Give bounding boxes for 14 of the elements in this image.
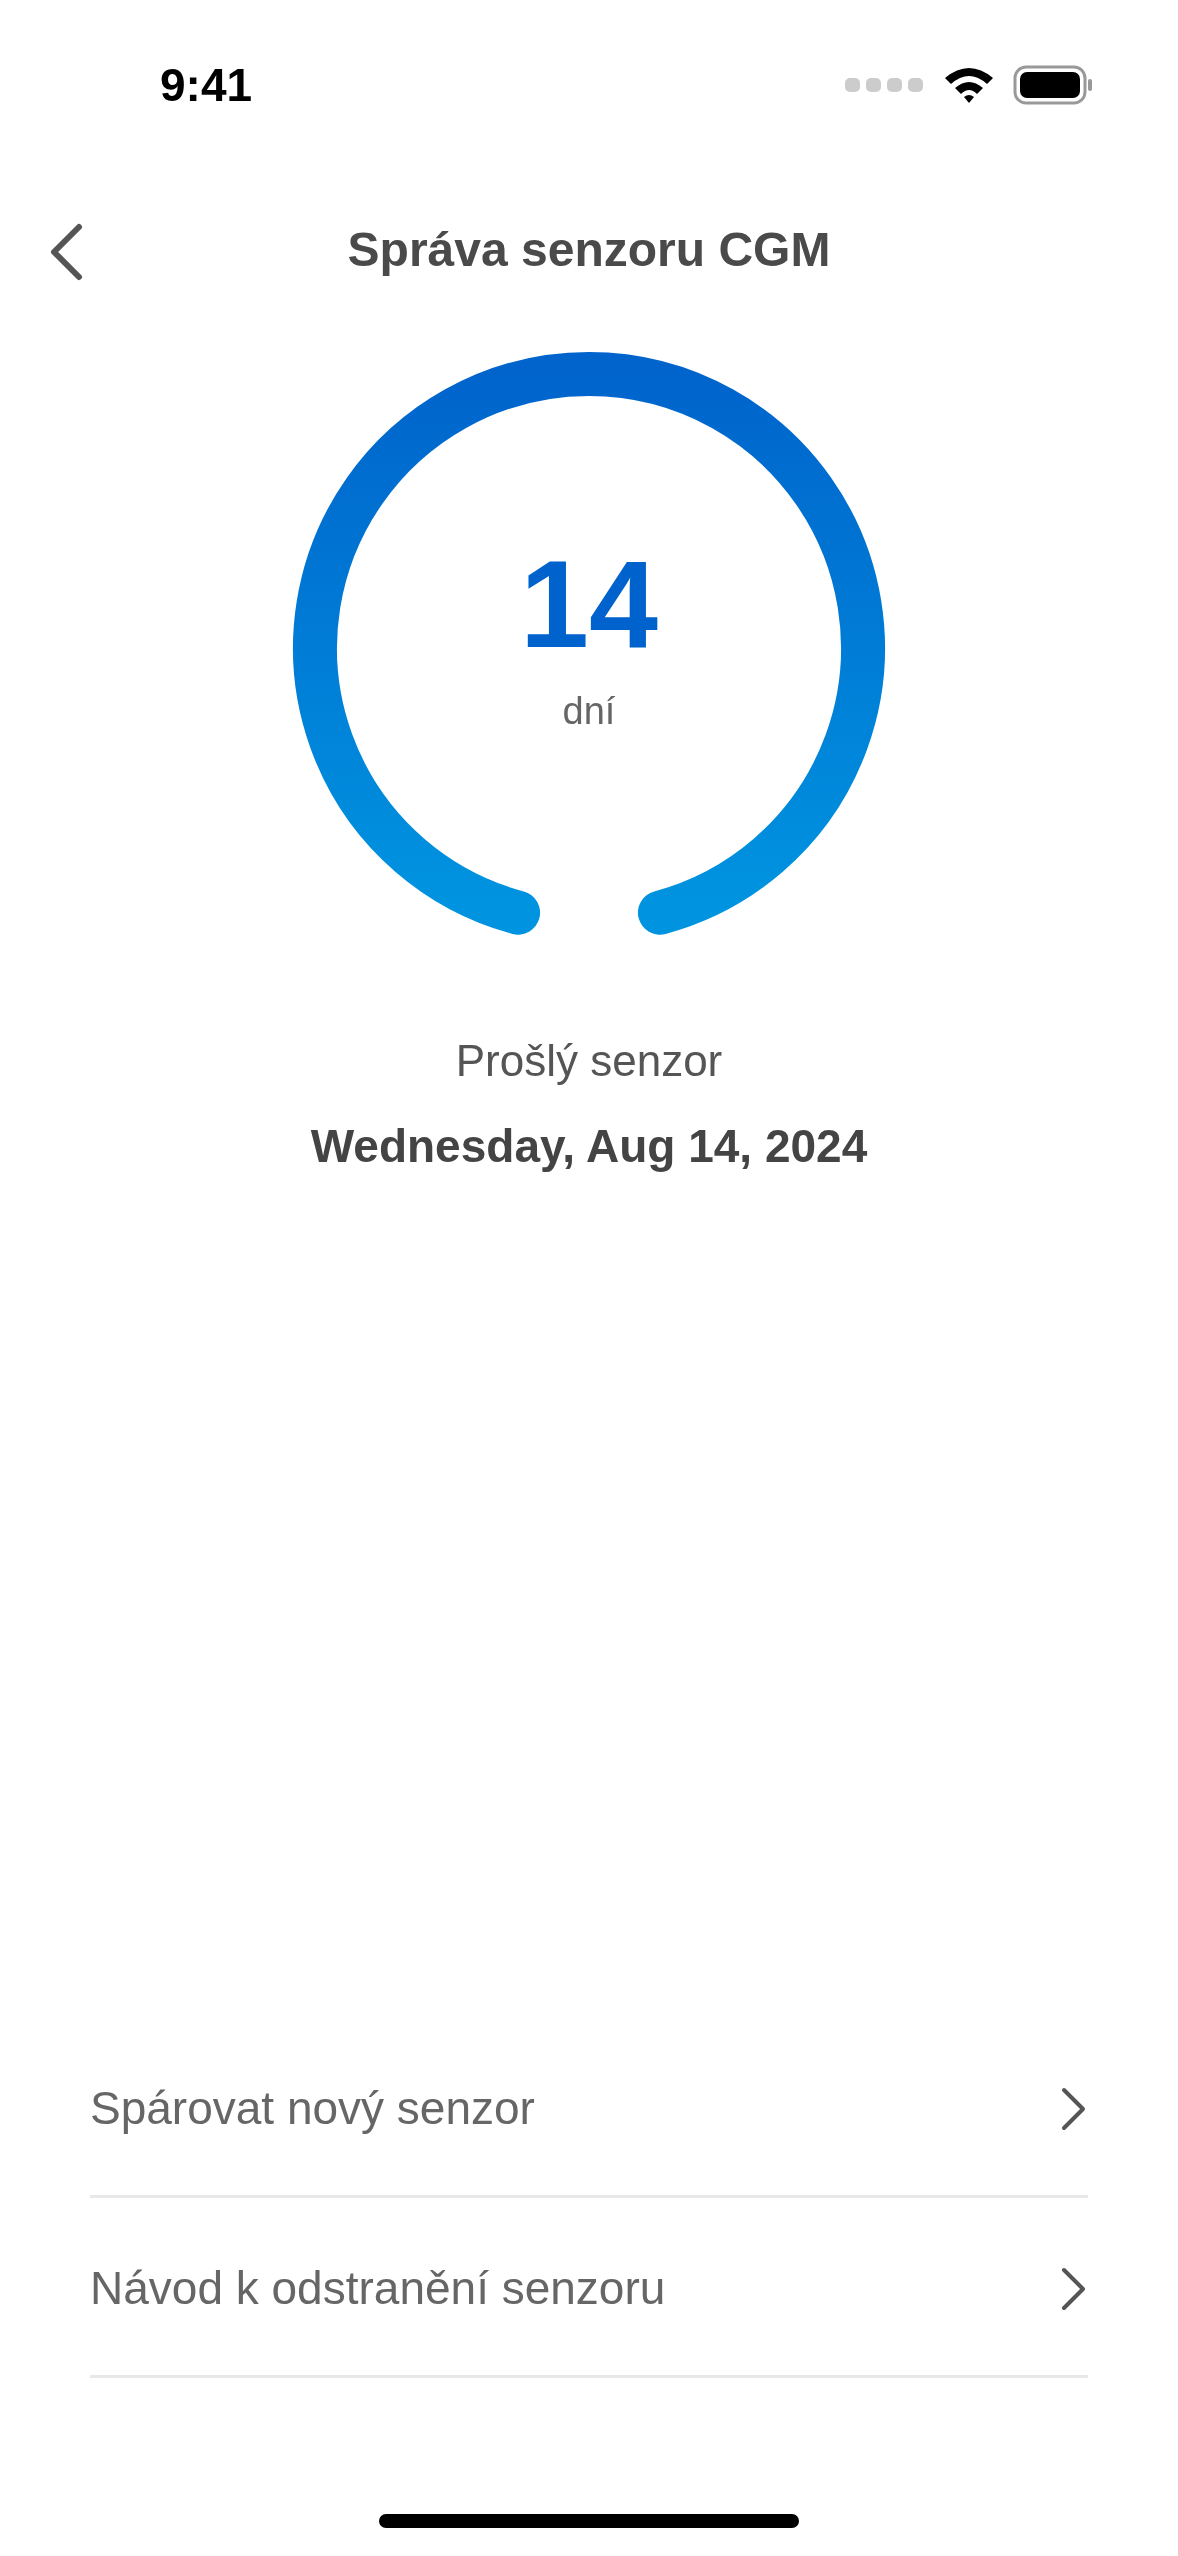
back-chevron-icon <box>49 223 83 281</box>
battery-icon <box>1013 65 1093 105</box>
expiry-date: Wednesday, Aug 14, 2024 <box>310 1119 868 1174</box>
chevron-right-icon <box>1060 2265 1088 2312</box>
status-time: 9:41 <box>160 57 253 113</box>
signal-icon <box>845 78 925 92</box>
page-title: Správa senzoru CGM <box>347 222 831 278</box>
wifi-icon <box>943 66 995 104</box>
sensor-status: Prošlý senzor <box>455 1035 723 1087</box>
days-unit: dní <box>562 692 616 730</box>
menu-item[interactable]: Spárovat nový senzor <box>90 2018 1088 2198</box>
chevron-right-icon <box>1060 2085 1088 2132</box>
menu-item[interactable]: Návod k odstranění senzoru <box>90 2198 1088 2378</box>
days-count: 14 <box>520 542 658 666</box>
